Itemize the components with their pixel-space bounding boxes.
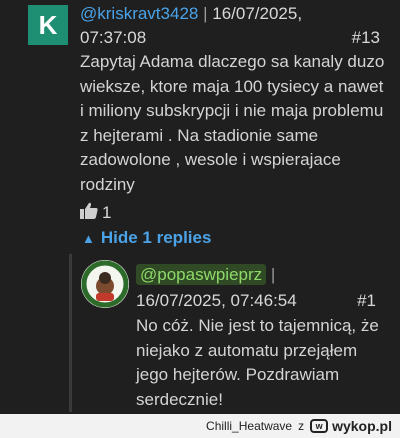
thumbs-up-icon <box>80 202 98 224</box>
comment-header: @kriskravt3428 | 16/07/2025, 07:37:08 #1… <box>80 2 380 50</box>
reply-thread-line <box>69 254 72 412</box>
footer-z: z <box>298 419 305 433</box>
comment-username[interactable]: @kriskravt3428 <box>80 4 198 23</box>
reply-separator: | <box>270 265 276 284</box>
watermark-footer: Chilli_Heatwave z w wykop.pl <box>0 414 400 438</box>
comment-body: Zapytaj Adama dlaczego sa kanaly duzo wi… <box>80 52 385 194</box>
wykop-logo-icon: w <box>310 419 329 433</box>
like-count: 1 <box>102 203 112 222</box>
hide-replies-toggle[interactable]: ▲ Hide 1 replies <box>82 228 211 248</box>
footer-site: w wykop.pl <box>310 418 392 434</box>
avatar-letter: K <box>38 9 58 40</box>
comment-time: 07:37:08 <box>80 28 147 47</box>
avatar[interactable]: K <box>28 5 68 45</box>
comment-number: #13 <box>351 28 380 47</box>
reply-username[interactable]: @popaswpieprz <box>136 264 267 285</box>
reply-number: #1 <box>357 291 376 310</box>
reply-datetime: 16/07/2025, 07:46:54 <box>136 291 297 310</box>
comment-date: 16/07/2025, <box>212 4 303 23</box>
reply-header: @popaswpieprz | 16/07/2025, 07:46:54 #1 <box>136 262 376 314</box>
like-button[interactable]: 1 <box>80 202 111 224</box>
reply-body: No cóż. Nie jest to tajemnicą, że niejak… <box>136 316 379 409</box>
hide-replies-label: Hide 1 replies <box>100 228 212 247</box>
reply-avatar[interactable] <box>81 260 129 308</box>
header-separator: | <box>203 4 208 23</box>
triangle-up-icon: ▲ <box>82 230 95 246</box>
footer-author: Chilli_Heatwave <box>206 419 293 433</box>
footer-site-name: wykop.pl <box>332 418 392 434</box>
